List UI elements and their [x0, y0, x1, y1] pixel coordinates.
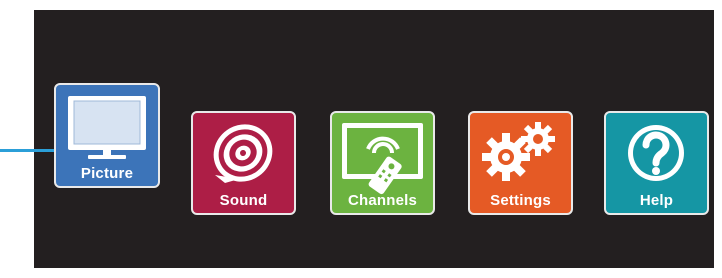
menu-tile-sound[interactable]: Sound — [191, 111, 296, 215]
menu-label-picture: Picture — [80, 165, 134, 182]
menu-tile-channels[interactable]: Channels — [330, 111, 435, 215]
menu-tile-picture[interactable]: Picture — [54, 83, 160, 188]
menu-label-channels: Channels — [347, 192, 418, 209]
menu-tile-settings[interactable]: Settings — [468, 111, 573, 215]
menu-label-settings: Settings — [490, 192, 551, 209]
menu-tile-help[interactable]: Help — [604, 111, 709, 215]
selection-indicator-line — [0, 149, 54, 152]
menu-label-help: Help — [639, 192, 674, 209]
menu-label-sound: Sound — [219, 192, 268, 209]
